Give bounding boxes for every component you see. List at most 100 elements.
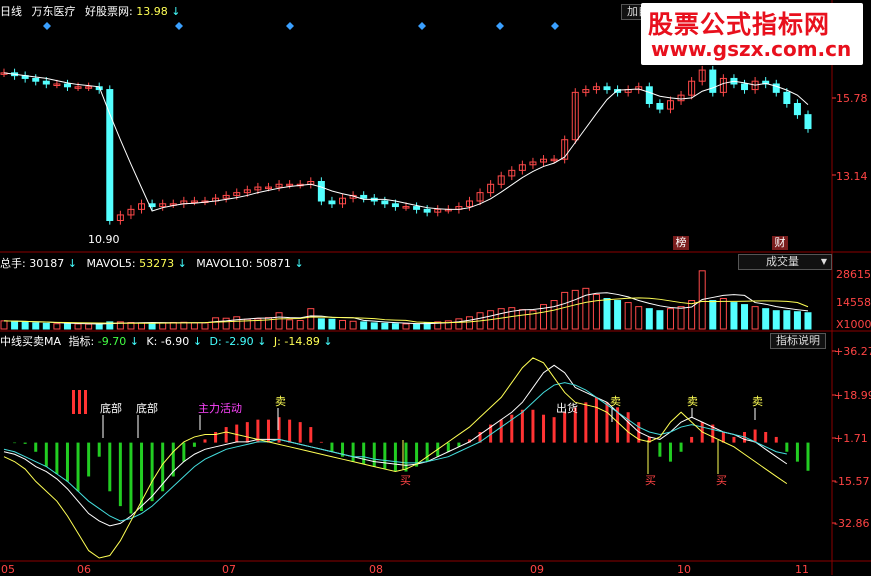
event-diamond-icon bbox=[418, 22, 426, 30]
volume-bar bbox=[413, 323, 421, 330]
volume-bar bbox=[159, 322, 167, 330]
candle-body bbox=[42, 80, 50, 85]
buy-signal-2: 买 bbox=[645, 474, 656, 487]
volume-bar bbox=[138, 322, 146, 330]
k-value: -6.90 bbox=[160, 335, 190, 348]
volume-bar bbox=[190, 322, 198, 330]
volume-bar bbox=[391, 323, 399, 330]
volume-bar bbox=[42, 322, 50, 330]
bottom-signal-2: 底部 bbox=[136, 402, 158, 415]
volume-bar bbox=[783, 310, 791, 330]
signal-bar bbox=[78, 390, 81, 414]
volume-bar bbox=[85, 323, 93, 330]
candle-body bbox=[645, 86, 653, 104]
event-diamond-icon bbox=[496, 22, 504, 30]
volume-header: 总手: 30187 ↓ MAVOL5: 53273 ↓ MAVOL10: 508… bbox=[0, 257, 304, 270]
volume-bar bbox=[793, 311, 801, 330]
chart-canvas[interactable] bbox=[0, 0, 871, 575]
volume-bar bbox=[349, 320, 357, 330]
indicator-axis-4: -15.57 bbox=[834, 475, 870, 488]
volume-bar bbox=[688, 300, 696, 330]
volume-bar bbox=[53, 323, 61, 330]
volume-bar bbox=[74, 323, 82, 330]
volume-bar bbox=[275, 312, 283, 330]
watermark-title: 股票公式指标网 bbox=[648, 10, 831, 39]
j-label: J: bbox=[273, 335, 281, 348]
candle-body bbox=[804, 114, 812, 130]
event-diamond-icon bbox=[551, 22, 559, 30]
candle-body bbox=[783, 91, 791, 104]
volume-bar bbox=[592, 293, 600, 330]
custom-value: 13.98 bbox=[136, 5, 168, 18]
volume-bar bbox=[370, 322, 378, 330]
price-axis-2: 13.14 bbox=[836, 170, 868, 183]
volume-bar bbox=[762, 308, 770, 330]
ship-signal: 出货 bbox=[556, 402, 578, 415]
price-ma-line bbox=[3, 72, 809, 212]
chevron-down-icon: ▼ bbox=[820, 257, 827, 266]
candle-body bbox=[656, 103, 664, 110]
indicator-axis-3: +1.71 bbox=[834, 432, 868, 445]
signal-bar bbox=[84, 390, 87, 414]
volume-axis-1: 28615 bbox=[836, 268, 871, 281]
low-price-label: 10.90 bbox=[88, 233, 120, 246]
volume-bar bbox=[624, 302, 632, 330]
indicator-name: 中线买卖MA bbox=[0, 335, 62, 348]
indicator-help-button[interactable]: 指标说明 bbox=[770, 333, 826, 349]
x-axis-label: 06 bbox=[77, 563, 91, 576]
stock-chart-window: 日线 万东医疗 好股票网: 13.98 ↓ 加自 15.78 13.14 10.… bbox=[0, 0, 871, 576]
event-diamond-icon bbox=[286, 22, 294, 30]
d-label: D: bbox=[209, 335, 222, 348]
candle-body bbox=[328, 200, 336, 205]
mavol10-label: MAVOL10: bbox=[196, 257, 253, 270]
arrow-down-icon: ↓ bbox=[177, 257, 187, 270]
total-volume-label: 总手: bbox=[0, 257, 26, 270]
event-diamond-icon bbox=[43, 22, 51, 30]
x-axis-label: 08 bbox=[369, 563, 383, 576]
ranking-marker[interactable]: 榜 bbox=[673, 236, 689, 250]
arrow-down-icon: ↓ bbox=[129, 335, 139, 348]
volume-axis-unit: X1000 bbox=[836, 318, 871, 331]
arrow-down-icon: ↓ bbox=[171, 5, 181, 18]
x-axis-label: 05 bbox=[1, 563, 15, 576]
total-volume-value: 30187 bbox=[29, 257, 65, 270]
volume-bar bbox=[666, 308, 674, 330]
price-header: 日线 万东医疗 好股票网: 13.98 ↓ bbox=[0, 5, 180, 18]
volume-bar bbox=[550, 300, 558, 330]
volume-indicator-dropdown[interactable]: 成交量 ▼ bbox=[738, 254, 832, 270]
stock-name: 万东医疗 bbox=[31, 5, 76, 18]
candle-body bbox=[360, 194, 368, 199]
indicator-axis-2: +18.99 bbox=[834, 389, 871, 402]
volume-bar bbox=[603, 298, 611, 330]
volume-bar bbox=[465, 316, 473, 330]
volume-bar bbox=[148, 322, 156, 330]
sell-signal-4: 卖 bbox=[752, 395, 763, 408]
volume-bar bbox=[730, 302, 738, 330]
volume-bar bbox=[0, 320, 8, 330]
volume-bar bbox=[21, 321, 29, 330]
volume-bar bbox=[63, 323, 71, 330]
sell-signal-3: 卖 bbox=[687, 395, 698, 408]
volume-axis-2: 14558 bbox=[836, 296, 871, 309]
volume-bar bbox=[11, 320, 19, 330]
volume-bar bbox=[317, 318, 325, 330]
mavol10-value: 50871 bbox=[255, 257, 291, 270]
finance-marker[interactable]: 财 bbox=[772, 236, 788, 250]
volume-bar bbox=[95, 323, 103, 330]
mavol10-line bbox=[3, 297, 809, 324]
x-axis-label: 11 bbox=[795, 563, 809, 576]
volume-bar bbox=[402, 323, 410, 330]
volume-bar bbox=[614, 300, 622, 330]
volume-bar bbox=[286, 319, 294, 330]
indicator-axis-5: -32.86 bbox=[834, 517, 870, 530]
dropdown-value: 成交量 bbox=[766, 255, 799, 268]
arrow-down-icon: ↓ bbox=[67, 257, 77, 270]
volume-bar bbox=[296, 319, 304, 330]
volume-bar bbox=[772, 310, 780, 330]
volume-bar bbox=[222, 317, 230, 330]
volume-bar bbox=[804, 312, 812, 330]
candle-body bbox=[391, 203, 399, 208]
site-watermark: 股票公式指标网 www.gszx.com.cn bbox=[641, 3, 863, 65]
volume-bar bbox=[571, 289, 579, 330]
x-axis-label: 10 bbox=[677, 563, 691, 576]
